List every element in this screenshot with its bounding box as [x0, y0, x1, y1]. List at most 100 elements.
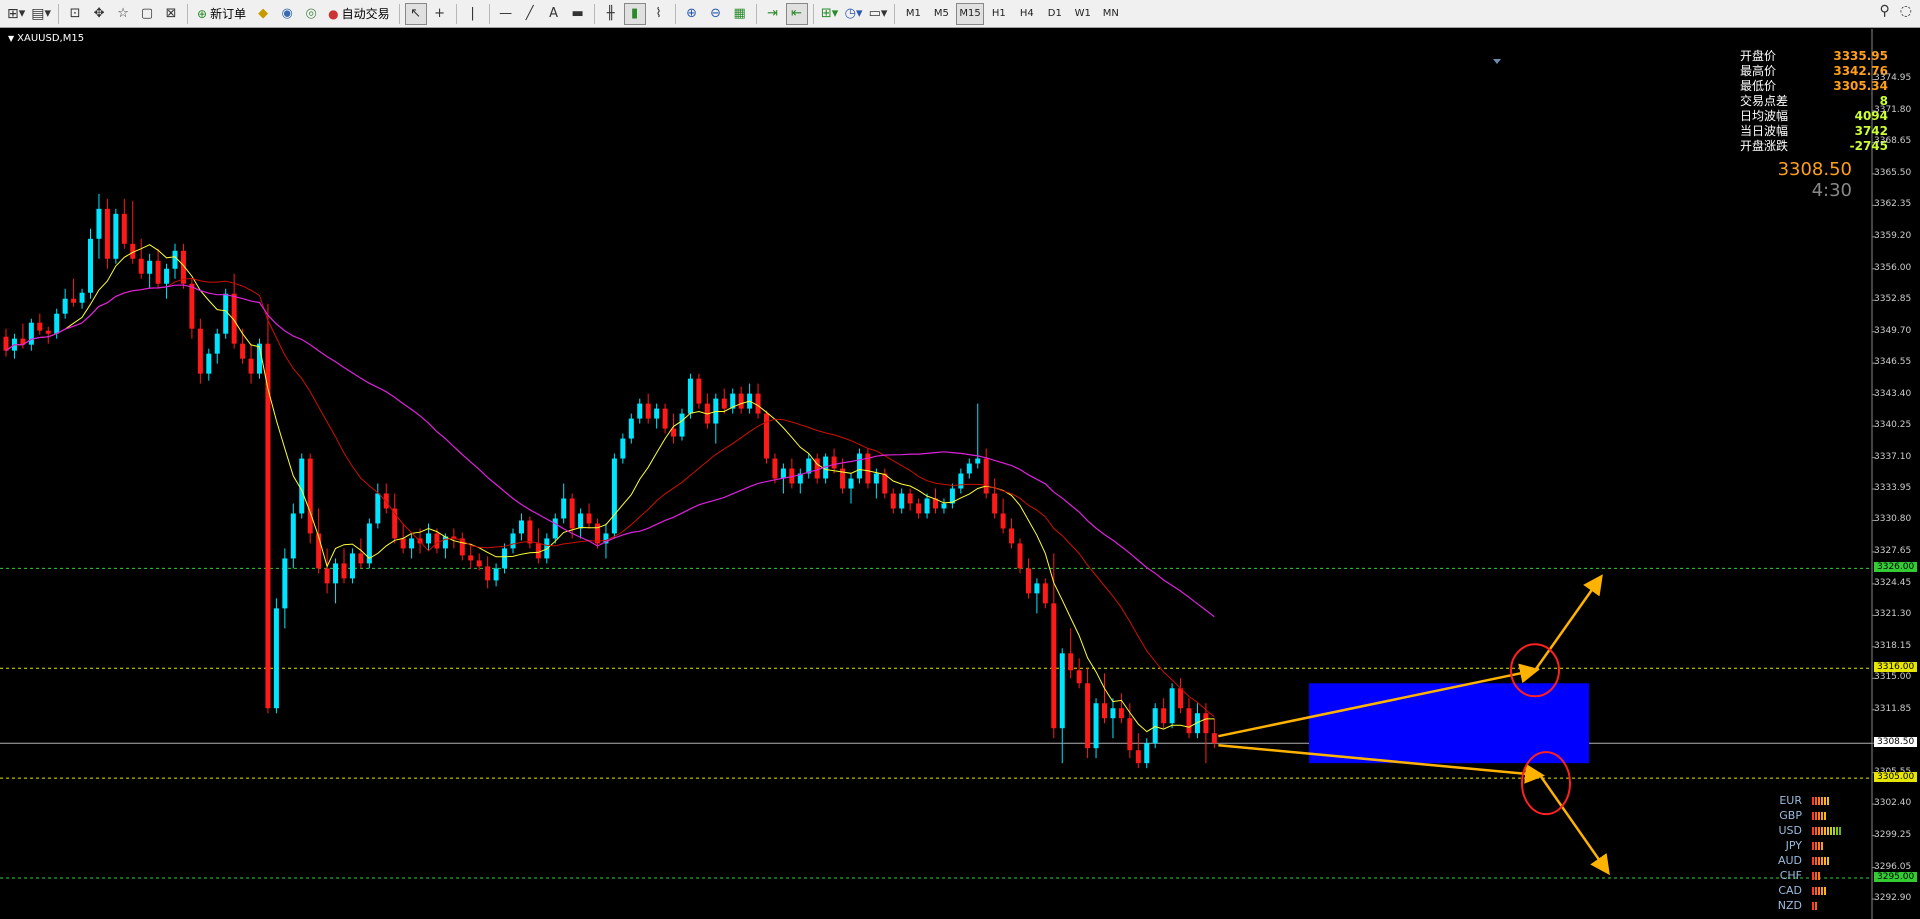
zoom-in-icon[interactable]: ⊕ [681, 3, 703, 25]
templates-icon[interactable]: ▭▾ [867, 3, 890, 25]
axis-label: 3374.95 [1874, 73, 1912, 84]
candle-bear [1178, 688, 1184, 709]
timeframe-w1[interactable]: W1 [1070, 3, 1096, 25]
profiles-icon[interactable]: ▤ ▾ [29, 3, 53, 25]
timeframe-h1[interactable]: H1 [986, 3, 1012, 25]
auto-trade-button[interactable]: ● 自动交易 [324, 3, 394, 25]
candle-bull [206, 353, 212, 374]
candle-bull [282, 558, 288, 609]
new-order-button[interactable]: ⊕ 新订单 [193, 3, 250, 25]
timeframe-m1[interactable]: M1 [900, 3, 926, 25]
line-chart-icon[interactable]: ⌇ [648, 3, 670, 25]
currency-code: AUD [1777, 854, 1802, 867]
strength-bar [1821, 856, 1823, 865]
toolbar: ⊞ ▾ ▤ ▾ ⊡ ✥ ☆ ▢ ⊠ ⊕ 新订单 ◆ ◉ ◎ ● 自动交易 ↖ + | —… [0, 0, 1920, 28]
signals-icon[interactable]: ◉ [276, 3, 298, 25]
chart-area[interactable]: ▼ XAUUSD,M15 开盘价 3335.95 最高价 3342.76 最低价 3305.… [0, 29, 1920, 919]
chart-canvas[interactable] [0, 29, 1920, 919]
candle-bull [426, 533, 431, 544]
indicators-icon[interactable]: ⊞▾ [819, 3, 841, 25]
currency-row: GBP [1770, 808, 1841, 823]
candle-bear [485, 566, 491, 581]
chat-icon[interactable]: ◌ [1900, 3, 1912, 19]
strength-bar [1815, 841, 1817, 850]
candle-bear [696, 378, 702, 404]
bar-chart-icon[interactable]: ╫ [600, 3, 622, 25]
zoom-out-icon[interactable]: ⊖ [705, 3, 727, 25]
auto-trade-icon: ● [328, 6, 339, 21]
trendline-icon[interactable]: ╱ [519, 3, 541, 25]
periods-icon[interactable]: ◷▾ [843, 3, 865, 25]
candle-bull [96, 208, 102, 239]
stat-value: 3335.95 [1833, 49, 1888, 63]
currency-row: EUR [1770, 793, 1841, 808]
toolbar-separator [674, 3, 676, 24]
navigator-icon[interactable]: ☆ [112, 3, 134, 25]
candle-bear [37, 322, 43, 331]
tile-windows-icon[interactable]: ▦ [729, 3, 751, 25]
bar-countdown: 4:30 [1811, 180, 1852, 201]
candle-bear [1017, 543, 1023, 569]
candle-bull [941, 503, 947, 509]
candle-bear [1085, 683, 1091, 749]
market-icon[interactable]: ◎ [300, 3, 322, 25]
timeframe-m5[interactable]: M5 [928, 3, 954, 25]
candle-bull [552, 518, 558, 539]
axis-label: 3311.85 [1874, 703, 1912, 714]
candle-bear [1051, 603, 1057, 729]
timeframe-mn[interactable]: MN [1098, 3, 1124, 25]
vertical-line-icon[interactable]: | [462, 3, 484, 25]
strength-bar [1815, 901, 1817, 910]
ma-slow-line [5, 284, 1215, 618]
candle-bull [924, 498, 930, 514]
candle-bull [290, 513, 296, 559]
strength-bar [1821, 826, 1823, 835]
strength-bar [1821, 811, 1823, 820]
horizontal-line-icon[interactable]: — [495, 3, 517, 25]
stat-label: 最高价 [1740, 64, 1777, 78]
candle-bull [518, 520, 524, 534]
strategy-tester-icon[interactable]: ⊠ [160, 3, 182, 25]
metaeditor-icon[interactable]: ◆ [252, 3, 274, 25]
candle-bull [164, 268, 170, 284]
new-chart-icon[interactable]: ⊞ ▾ [5, 3, 27, 25]
candle-bear [71, 298, 77, 303]
ma-fast-line [5, 244, 1215, 733]
candle-bear [476, 560, 482, 567]
label-icon[interactable]: ▬ [567, 3, 589, 25]
candle-bear [1127, 718, 1133, 751]
stat-label: 交易点差 [1740, 94, 1789, 108]
axis-label: 3365.50 [1874, 167, 1912, 178]
axis-label: 3315.00 [1874, 672, 1912, 683]
candle-bear [324, 568, 330, 584]
market-watch-icon[interactable]: ⊡ [64, 3, 86, 25]
text-icon[interactable]: A [543, 3, 565, 25]
data-window-icon[interactable]: ✥ [88, 3, 110, 25]
timeframe-d1[interactable]: D1 [1042, 3, 1068, 25]
candle-bear [197, 328, 203, 374]
symbol-label: XAUUSD,M15 [17, 33, 85, 44]
axis-label: 3302.40 [1874, 798, 1912, 809]
candle-bull [1034, 583, 1040, 594]
toolbar-separator [755, 3, 757, 24]
candle-bull [1110, 708, 1116, 719]
cursor-icon[interactable]: ↖ [404, 2, 427, 25]
candlestick-icon[interactable]: ▮ [623, 2, 646, 25]
autoscroll-icon[interactable]: ⇥ [762, 3, 784, 25]
chart-shift-icon[interactable]: ⇤ [785, 2, 808, 25]
candle-bull [620, 438, 626, 459]
axis-label: 3362.35 [1874, 199, 1912, 210]
strength-bars [1812, 796, 1829, 805]
candle-bear [992, 493, 998, 514]
candle-bear [45, 330, 51, 334]
terminal-icon[interactable]: ▢ [136, 3, 158, 25]
currency-code: USD [1778, 824, 1802, 837]
candle-bear [890, 493, 896, 509]
strength-bar [1812, 826, 1814, 835]
timeframe-h4[interactable]: H4 [1014, 3, 1040, 25]
target-up-arrow [1533, 574, 1603, 672]
search-icon[interactable]: ⚲ [1880, 3, 1890, 19]
candle-bear [645, 403, 651, 419]
crosshair-icon[interactable]: + [429, 3, 451, 25]
timeframe-m15[interactable]: M15 [956, 2, 984, 25]
